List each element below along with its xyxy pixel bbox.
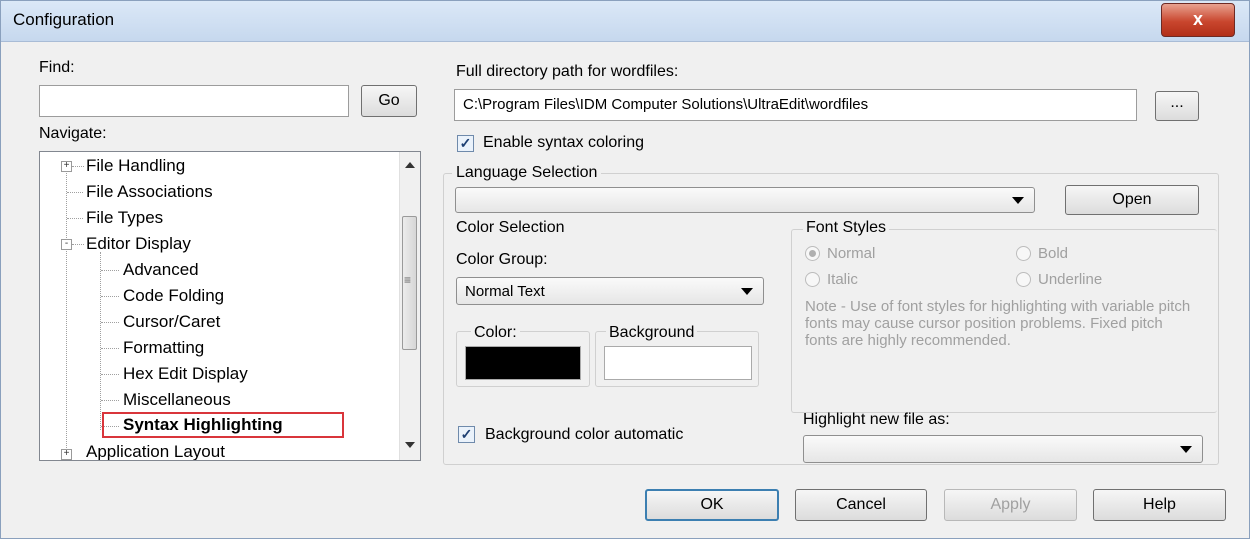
tree-item-editor-display[interactable]: Editor Display: [86, 234, 191, 254]
language-selection-title: Language Selection: [452, 164, 602, 182]
apply-button[interactable]: Apply: [944, 489, 1077, 521]
tree-branch: [101, 270, 119, 271]
tree-branch: [67, 218, 83, 219]
underline-label: Underline: [1038, 271, 1103, 288]
normal-label: Normal: [827, 245, 876, 262]
browse-button[interactable]: ...: [1155, 91, 1199, 121]
bg-auto-checkbox[interactable]: ✓: [458, 426, 475, 443]
background-label: Background: [606, 324, 698, 342]
go-button[interactable]: Go: [361, 85, 417, 117]
find-input[interactable]: [39, 85, 349, 117]
close-button[interactable]: x: [1161, 3, 1235, 37]
configuration-dialog: Configuration x Find: Go Navigate: + Fil…: [0, 0, 1250, 539]
language-select[interactable]: [455, 187, 1035, 213]
tree-branch: [72, 244, 84, 245]
tree-item-cursor-caret[interactable]: Cursor/Caret: [123, 312, 220, 332]
tree-item-application-layout[interactable]: Application Layout: [86, 442, 225, 460]
tree-item-syntax-highlighting[interactable]: Syntax Highlighting: [123, 415, 283, 435]
italic-radio[interactable]: [805, 272, 820, 287]
tree-branch: [101, 374, 119, 375]
navigate-label: Navigate:: [39, 125, 107, 142]
tree-guide-root: [66, 162, 67, 454]
tree-item-file-associations[interactable]: File Associations: [86, 182, 213, 202]
tree-item-code-folding[interactable]: Code Folding: [123, 286, 224, 306]
expand-icon[interactable]: +: [61, 449, 72, 460]
highlight-label: Highlight new file as:: [803, 411, 950, 428]
close-icon: x: [1192, 9, 1203, 29]
expand-icon[interactable]: +: [61, 161, 72, 172]
tree-guide-child: [100, 252, 101, 430]
tree-item-miscellaneous[interactable]: Miscellaneous: [123, 390, 231, 410]
color-selection-title: Color Selection: [456, 219, 565, 236]
scroll-up-icon[interactable]: [405, 162, 415, 168]
color-label: Color:: [471, 324, 520, 342]
tree-scrollbar[interactable]: ≡: [399, 152, 420, 460]
tree-branch: [72, 166, 84, 167]
enable-syntax-checkbox[interactable]: ✓: [457, 135, 474, 152]
foreground-color-swatch[interactable]: [465, 346, 581, 380]
ok-button[interactable]: OK: [645, 489, 779, 521]
tree-branch: [101, 322, 119, 323]
chevron-down-icon: [1180, 446, 1192, 453]
tree-item-file-handling[interactable]: File Handling: [86, 156, 185, 176]
find-label: Find:: [39, 59, 75, 76]
tree-branch: [101, 348, 119, 349]
navigate-tree: + File Handling File Associations File T…: [39, 151, 421, 461]
tree-branch: [101, 400, 119, 401]
scroll-down-icon[interactable]: [405, 442, 415, 448]
highlight-select[interactable]: [803, 435, 1203, 463]
bold-radio[interactable]: [1016, 246, 1031, 261]
cancel-button[interactable]: Cancel: [795, 489, 927, 521]
tree-item-hex-edit-display[interactable]: Hex Edit Display: [123, 364, 248, 384]
enable-syntax-label: Enable syntax coloring: [483, 134, 644, 151]
tree-item-file-types[interactable]: File Types: [86, 208, 163, 228]
color-group-label: Color Group:: [456, 251, 548, 268]
background-color-swatch[interactable]: [604, 346, 752, 380]
collapse-icon[interactable]: -: [61, 239, 72, 250]
underline-radio[interactable]: [1016, 272, 1031, 287]
normal-radio[interactable]: [805, 246, 820, 261]
window-title: Configuration: [13, 10, 115, 29]
path-label: Full directory path for wordfiles:: [456, 63, 679, 80]
help-button[interactable]: Help: [1093, 489, 1226, 521]
open-button[interactable]: Open: [1065, 185, 1199, 215]
tree-branch: [67, 192, 83, 193]
tree-branch: [101, 296, 119, 297]
font-styles-note: Note - Use of font styles for highlighti…: [805, 298, 1191, 349]
scroll-thumb[interactable]: ≡: [402, 216, 417, 350]
font-styles-title: Font Styles: [803, 219, 890, 237]
title-bar: Configuration x: [1, 1, 1249, 42]
italic-label: Italic: [827, 271, 858, 288]
wordfiles-path-input[interactable]: C:\Program Files\IDM Computer Solutions\…: [454, 89, 1137, 121]
color-group-select[interactable]: Normal Text: [456, 277, 764, 305]
tree-item-formatting[interactable]: Formatting: [123, 338, 204, 358]
chevron-down-icon: [741, 288, 753, 295]
bold-label: Bold: [1038, 245, 1069, 262]
color-group-value: Normal Text: [465, 283, 545, 300]
bg-auto-label: Background color automatic: [485, 426, 684, 443]
chevron-down-icon: [1012, 197, 1024, 204]
grip-icon: ≡: [404, 273, 412, 287]
tree-item-advanced[interactable]: Advanced: [123, 260, 199, 280]
